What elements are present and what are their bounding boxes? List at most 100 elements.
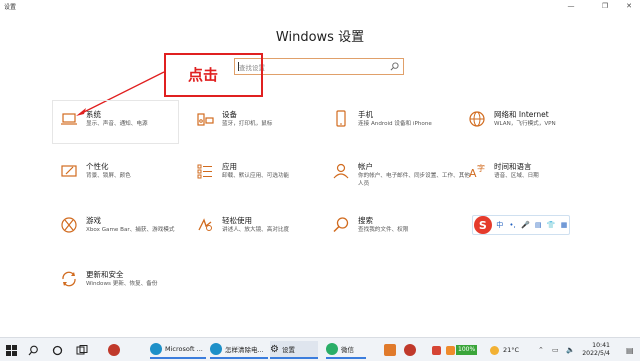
battery-icon: 100% xyxy=(456,345,478,355)
volume-button[interactable]: 🔈 xyxy=(566,341,575,359)
ime-punctuation[interactable]: •, xyxy=(508,219,518,231)
category-apps[interactable]: 应用 卸载、默认应用、可选功能 xyxy=(190,156,330,196)
chevron-up-icon: ⌃ xyxy=(538,346,544,354)
edge-icon xyxy=(150,343,162,355)
phone-icon xyxy=(330,108,352,130)
page-title: Windows 设置 xyxy=(275,30,365,45)
sun-icon xyxy=(490,345,499,355)
xbox-icon xyxy=(58,214,80,236)
keyboard-speaker-icon xyxy=(194,108,216,130)
category-desc: 显示、声音、通知、电源 xyxy=(86,121,148,127)
notification-center-button[interactable]: ▤ xyxy=(626,341,634,359)
category-desc: 蓝牙，打印机，鼠标 xyxy=(222,121,273,127)
start-button[interactable] xyxy=(6,341,17,359)
category-name: 手机 xyxy=(358,110,373,119)
category-system[interactable]: 系统 显示、声音、通知、电源 xyxy=(54,104,194,144)
taskbar-edge-1-label: Microsoft ... xyxy=(165,345,203,353)
category-desc: 查找我的文件、权限 xyxy=(358,227,409,233)
category-name: 轻松使用 xyxy=(222,216,252,225)
tray-overflow-button[interactable]: ⌃ xyxy=(538,341,544,359)
app-red-icon xyxy=(108,344,120,356)
weather-widget[interactable]: 21°C xyxy=(490,341,519,359)
taskbar-edge-2-label: 怎样清除电... xyxy=(225,346,264,354)
taskbar-wechat[interactable]: 微信 xyxy=(326,341,366,359)
category-name: 系统 xyxy=(86,110,101,119)
ime-chinese-mode[interactable]: 中 xyxy=(495,219,505,231)
ease-of-access-icon xyxy=(194,214,216,236)
category-name: 搜索 xyxy=(358,216,373,225)
category-personalization[interactable]: 个性化 背景、锁屏、颜色 xyxy=(54,156,194,196)
category-ease-of-access[interactable]: 轻松使用 讲述人、放大镜、高对比度 xyxy=(190,210,330,250)
taskbar-edge-1[interactable]: Microsoft ... xyxy=(150,341,206,359)
taskbar: Microsoft ... 怎样清除电... ⚙ 设置 微信 100% 21°C… xyxy=(0,337,640,361)
cortana-circle-icon xyxy=(52,345,63,355)
category-desc: 你的帐户、电子邮件、同步设置、工作、其他人员 xyxy=(358,173,470,187)
category-desc: WLAN，飞行模式，VPN xyxy=(494,121,556,127)
windows-logo-icon xyxy=(6,344,17,356)
category-name: 网络和 Internet xyxy=(494,110,549,119)
laptop-icon xyxy=(58,108,80,130)
taskbar-edge-2[interactable]: 怎样清除电... xyxy=(210,341,268,359)
gear-icon: ⚙ xyxy=(270,343,279,355)
category-name: 帐户 xyxy=(358,162,373,171)
cortana-button[interactable] xyxy=(52,341,63,359)
category-name: 个性化 xyxy=(86,162,109,171)
window-title: 设置 xyxy=(4,4,17,11)
search-icon xyxy=(330,214,352,236)
category-name: 更新和安全 xyxy=(86,270,124,279)
clock[interactable]: 10:41 2022/5/4 xyxy=(582,342,610,358)
category-desc: 连接 Android 设备和 iPhone xyxy=(358,121,432,127)
tray-app-icon-2[interactable] xyxy=(446,341,455,359)
maximize-button[interactable]: ❐ xyxy=(594,0,616,12)
category-desc: Windows 更新、恢复、备份 xyxy=(86,281,158,287)
taskbar-settings[interactable]: ⚙ 设置 xyxy=(270,341,318,359)
clock-time: 10:41 xyxy=(592,342,610,349)
paint-icon xyxy=(58,160,80,182)
category-name: 应用 xyxy=(222,162,237,171)
record-icon xyxy=(404,344,416,356)
tray-app-orange-icon xyxy=(446,345,455,355)
taskbar-settings-label: 设置 xyxy=(281,346,295,354)
skin-icon[interactable]: 👕 xyxy=(546,219,556,231)
close-button[interactable]: ✕ xyxy=(618,0,640,12)
title-bar: 设置 — ❐ ✕ xyxy=(0,0,640,14)
category-phone[interactable]: 手机 连接 Android 设备和 iPhone xyxy=(326,104,466,144)
toolbox-icon[interactable]: ▦ xyxy=(559,219,569,231)
taskbar-wechat-label: 微信 xyxy=(341,346,354,354)
category-gaming[interactable]: 游戏 Xbox Game Bar、捕获、游戏模式 xyxy=(54,210,194,250)
category-desc: 背景、锁屏、颜色 xyxy=(86,173,131,179)
category-desc: 讲述人、放大镜、高对比度 xyxy=(222,227,290,233)
search-icon[interactable] xyxy=(390,62,399,71)
taskbar-app-orange[interactable] xyxy=(384,341,396,359)
category-accounts[interactable]: 帐户 你的帐户、电子邮件、同步设置、工作、其他人员 xyxy=(326,156,470,196)
category-update-security[interactable]: 更新和安全 Windows 更新、恢复、备份 xyxy=(54,264,194,304)
tray-app-icon[interactable] xyxy=(432,341,441,359)
keyboard-icon[interactable]: ▤ xyxy=(533,219,543,231)
person-icon xyxy=(330,160,352,182)
category-name: 游戏 xyxy=(86,216,101,225)
category-desc: 卸载、默认应用、可选功能 xyxy=(222,173,290,179)
wechat-icon xyxy=(326,343,338,355)
task-view-button[interactable] xyxy=(76,341,88,359)
microphone-icon[interactable]: 🎤 xyxy=(521,219,531,231)
category-devices[interactable]: 设备 蓝牙，打印机，鼠标 xyxy=(190,104,330,144)
category-name: 设备 xyxy=(222,110,237,119)
category-search[interactable]: 搜索 查找我的文件、权限 xyxy=(326,210,466,250)
minimize-button[interactable]: — xyxy=(560,0,582,12)
taskbar-app-record[interactable] xyxy=(404,341,416,359)
svg-text:字: 字 xyxy=(477,163,485,173)
taskbar-app-red[interactable] xyxy=(108,341,120,359)
battery-indicator[interactable]: 100% xyxy=(456,341,478,359)
category-desc: Xbox Game Bar、捕获、游戏模式 xyxy=(86,227,175,233)
tray-app-red-icon xyxy=(432,345,441,355)
sogou-logo-icon[interactable]: S xyxy=(474,216,492,234)
network-icon: ▭ xyxy=(552,346,559,354)
category-time-language[interactable]: A字 时间和语言 语音、区域、日期 xyxy=(462,156,602,196)
category-network[interactable]: 网络和 Internet WLAN，飞行模式，VPN xyxy=(462,104,602,144)
svg-text:A: A xyxy=(469,167,477,180)
ime-toolbar[interactable]: S 中 •, 🎤 ▤ 👕 ▦ xyxy=(472,215,570,235)
network-button[interactable]: ▭ xyxy=(552,341,559,359)
taskbar-search-button[interactable] xyxy=(28,341,39,359)
category-name: 时间和语言 xyxy=(494,162,532,171)
notification-icon: ▤ xyxy=(626,345,634,355)
